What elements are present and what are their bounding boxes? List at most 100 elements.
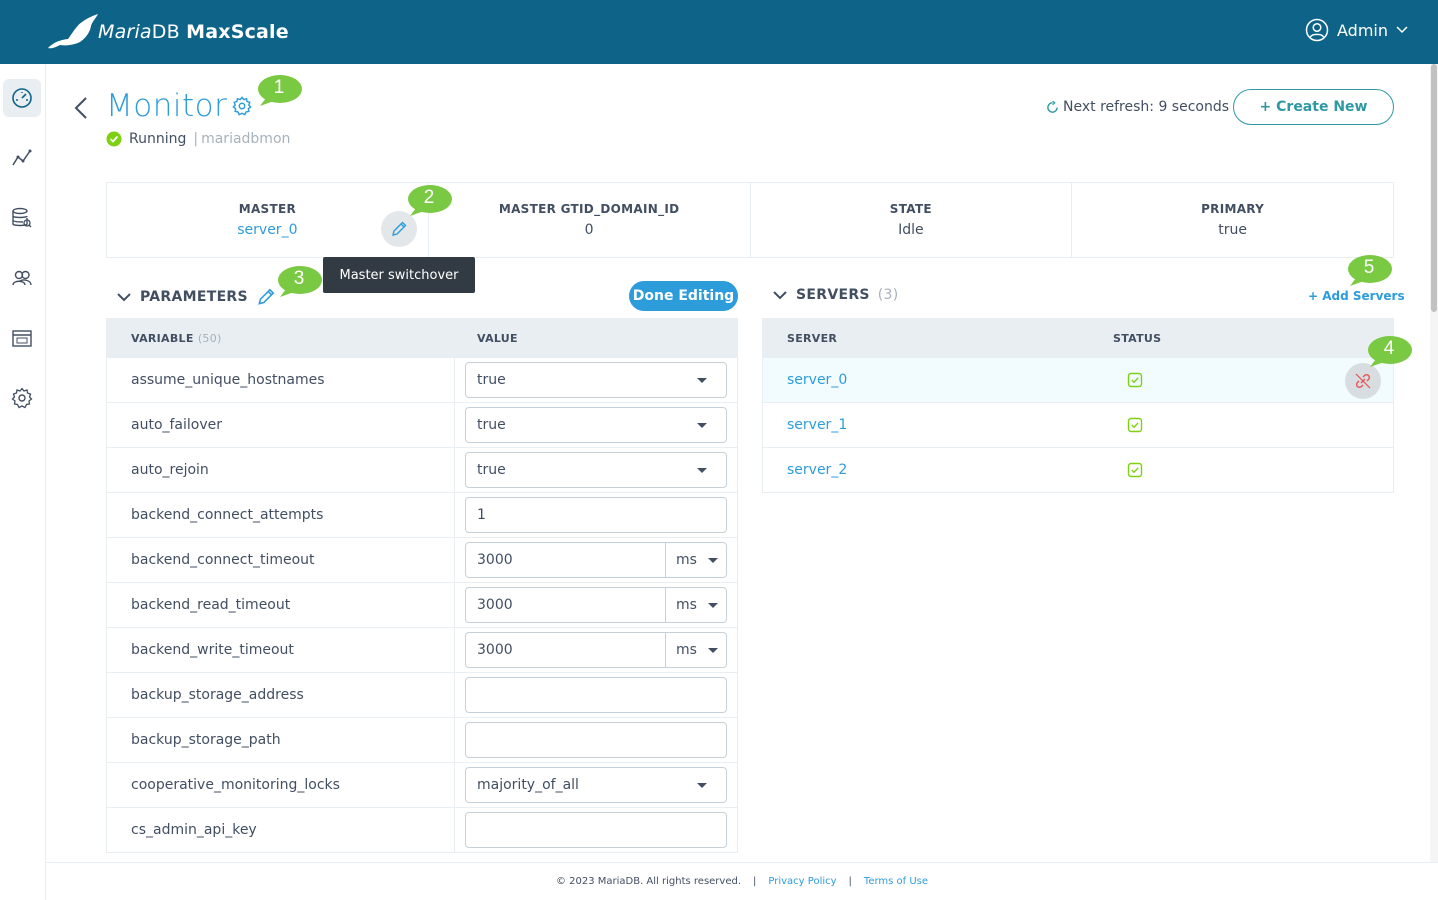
unit-select[interactable]: ms — [665, 633, 726, 667]
page-scrollbar[interactable] — [1430, 64, 1438, 862]
server-link[interactable]: server_2 — [763, 462, 1113, 478]
table-row: auto_rejoin true — [107, 448, 737, 493]
monitor-settings-button[interactable] — [232, 96, 252, 120]
module-name: mariadbmon — [201, 131, 291, 147]
monitor-summary: MASTER server_0 MASTER GTID_DOMAIN_ID 0 … — [106, 182, 1394, 258]
unlink-icon — [1355, 373, 1371, 389]
summary-value: 0 — [584, 222, 594, 238]
parameter-name: backup_storage_address — [107, 673, 455, 717]
column-value[interactable]: VALUE — [455, 332, 518, 345]
column-status[interactable]: STATUS — [1113, 332, 1161, 345]
column-variable[interactable]: VARIABLE (50) — [107, 332, 455, 345]
column-server[interactable]: SERVER — [763, 332, 1113, 345]
summary-label: MASTER GTID_DOMAIN_ID — [498, 202, 680, 216]
parameter-value: 3000 ms — [455, 587, 737, 623]
parameter-input[interactable] — [465, 677, 727, 713]
pencil-icon — [392, 221, 407, 236]
parameter-name: backend_connect_attempts — [107, 493, 455, 537]
unlink-server-button[interactable] — [1345, 363, 1381, 399]
parameters-header[interactable]: PARAMETERS — [116, 287, 276, 307]
back-button[interactable] — [74, 94, 88, 127]
parameter-name: backup_storage_path — [107, 718, 455, 762]
privacy-link[interactable]: Privacy Policy — [768, 876, 836, 887]
parameter-input[interactable] — [465, 722, 727, 758]
summary-label: MASTER — [238, 202, 297, 216]
refresh-icon — [1047, 100, 1058, 113]
table-row: backend_write_timeout 3000 ms — [107, 628, 737, 673]
status-ok-icon — [1127, 417, 1143, 433]
parameter-select[interactable]: true — [465, 362, 727, 398]
parameter-duration-field[interactable]: 3000 ms — [465, 587, 727, 623]
parameter-name: auto_failover — [107, 403, 455, 447]
parameter-duration-field[interactable]: 3000 ms — [465, 542, 727, 578]
table-header: VARIABLE (50) VALUE — [107, 318, 737, 358]
graph-icon — [12, 149, 32, 166]
sidebar-item-query-editor[interactable] — [3, 199, 41, 237]
dropdown-arrow-icon — [697, 467, 707, 473]
maxscale-logo[interactable]: MariaDB MaxScale — [46, 12, 289, 52]
refresh-indicator[interactable]: Next refresh: 9 seconds — [1046, 99, 1229, 115]
table-row: server_0 — [763, 358, 1393, 403]
sidebar-item-visualization[interactable] — [3, 139, 41, 177]
parameter-value: 3000 ms — [455, 632, 737, 668]
parameter-value: majority_of_all — [455, 767, 737, 803]
table-row: auto_failover true — [107, 403, 737, 448]
sidebar-item-dashboard[interactable] — [3, 79, 41, 117]
pencil-icon[interactable] — [256, 287, 276, 307]
parameter-select[interactable]: true — [465, 452, 727, 488]
variable-count: (50) — [197, 331, 222, 345]
users-icon — [12, 270, 32, 286]
server-status — [1113, 462, 1157, 478]
dropdown-arrow-icon — [708, 602, 718, 608]
summary-master: MASTER server_0 — [107, 183, 429, 257]
unit-select[interactable]: ms — [665, 543, 726, 577]
scrollbar-thumb[interactable] — [1431, 64, 1437, 312]
sidebar-item-users[interactable] — [3, 259, 41, 297]
footer-separator: | — [753, 876, 757, 887]
refresh-text: Next refresh: 9 seconds — [1063, 99, 1230, 115]
dropdown-arrow-icon — [697, 377, 707, 383]
server-link[interactable]: server_1 — [763, 417, 1113, 433]
server-status — [1113, 372, 1157, 388]
sidebar-item-logs[interactable] — [3, 319, 41, 357]
terms-link[interactable]: Terms of Use — [864, 876, 928, 887]
database-icon — [12, 207, 32, 228]
master-switchover-tooltip: Master switchover — [323, 257, 475, 293]
sidebar-item-settings[interactable] — [3, 379, 41, 417]
user-menu[interactable]: Admin — [1305, 18, 1408, 42]
server-link[interactable]: server_0 — [763, 372, 1113, 388]
parameter-select[interactable]: true — [465, 407, 727, 443]
parameter-input[interactable] — [465, 812, 727, 848]
parameter-select[interactable]: majority_of_all — [465, 767, 727, 803]
master-switchover-button[interactable] — [381, 211, 417, 247]
user-name: Admin — [1337, 20, 1388, 40]
table-row: backup_storage_path — [107, 718, 737, 763]
dropdown-arrow-icon — [697, 782, 707, 788]
status-text: Running — [129, 131, 187, 147]
sidebar — [0, 64, 46, 900]
logs-icon — [12, 330, 32, 347]
table-row: server_1 — [763, 403, 1393, 448]
done-editing-button[interactable]: Done Editing — [629, 281, 738, 311]
footer: © 2023 MariaDB. All rights reserved. | P… — [46, 862, 1438, 900]
summary-label: STATE — [889, 202, 932, 216]
parameter-value — [455, 677, 737, 713]
parameters-title: PARAMETERS — [140, 289, 248, 305]
parameter-input[interactable]: 1 — [465, 497, 727, 533]
table-row: cooperative_monitoring_locks majority_of_… — [107, 763, 737, 808]
dropdown-arrow-icon — [708, 647, 718, 653]
parameter-value — [455, 722, 737, 758]
parameter-name: assume_unique_hostnames — [107, 358, 455, 402]
unit-select[interactable]: ms — [665, 588, 726, 622]
status-ok-icon — [1127, 372, 1143, 388]
master-server-link[interactable]: server_0 — [237, 222, 297, 238]
chevron-down-icon — [1396, 26, 1408, 34]
servers-header[interactable]: SERVERS (3) — [772, 287, 899, 303]
add-servers-button[interactable]: + Add Servers — [1308, 289, 1405, 303]
table-header: SERVER STATUS — [763, 318, 1393, 358]
create-new-button[interactable]: + Create New — [1233, 89, 1394, 125]
seal-logo — [48, 14, 98, 49]
parameter-duration-field[interactable]: 3000 ms — [465, 632, 727, 668]
main-content: Monitor Running | mariadbmon Next refres… — [46, 64, 1430, 862]
dropdown-arrow-icon — [708, 557, 718, 563]
